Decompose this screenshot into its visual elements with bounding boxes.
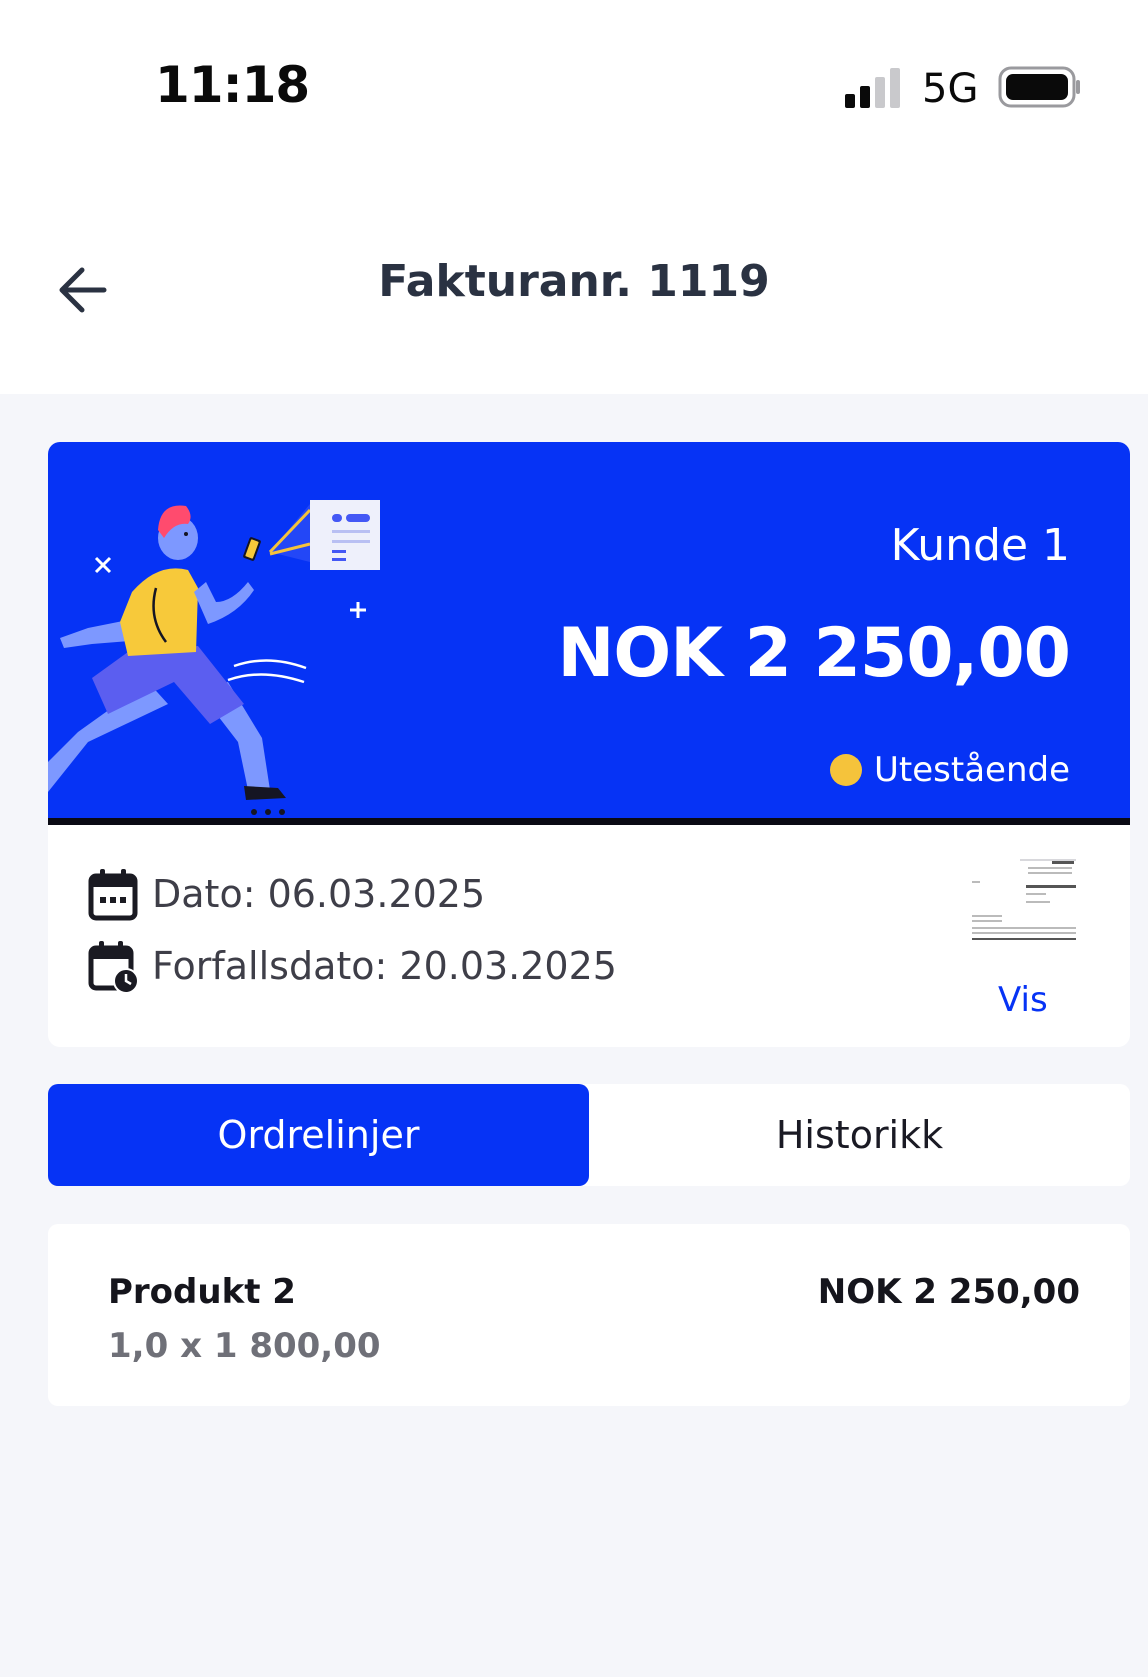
due-date-row: Forfallsdato: 20.03.2025 bbox=[88, 939, 617, 993]
product-quantity-price: 1,0 x 1 800,00 bbox=[108, 1326, 381, 1366]
status-badge: Utestående bbox=[830, 750, 1070, 790]
battery-icon bbox=[998, 66, 1080, 108]
divider bbox=[48, 818, 1130, 825]
status-dot-icon bbox=[830, 754, 863, 786]
invoice-summary-card: Kunde 1 NOK 2 250,00 Utestående bbox=[48, 442, 1130, 824]
running-person-illustration bbox=[48, 500, 380, 815]
nav-bar: Fakturanr. 1119 bbox=[0, 180, 1148, 394]
calendar-icon bbox=[88, 869, 138, 921]
page-title: Fakturanr. 1119 bbox=[378, 256, 770, 307]
invoice-thumbnail[interactable] bbox=[970, 857, 1080, 947]
calendar-clock-icon bbox=[88, 941, 138, 993]
signal-icon bbox=[845, 68, 900, 108]
invoice-dates-card: Dato: 06.03.2025 Forfallsdato: 20.03.202… bbox=[48, 825, 1130, 1047]
product-amount: NOK 2 250,00 bbox=[817, 1272, 1080, 1312]
status-time: 11:18 bbox=[155, 56, 310, 114]
tab-order-lines[interactable]: Ordrelinjer bbox=[48, 1084, 589, 1186]
network-label: 5G bbox=[922, 66, 979, 112]
product-name: Produkt 2 bbox=[108, 1272, 296, 1312]
customer-name: Kunde 1 bbox=[890, 520, 1070, 571]
tab-history[interactable]: Historikk bbox=[589, 1084, 1130, 1186]
status-bar: 11:18 5G bbox=[0, 0, 1148, 180]
view-invoice-link[interactable]: Vis bbox=[998, 980, 1048, 1020]
order-line-card[interactable]: Produkt 2 1,0 x 1 800,00 NOK 2 250,00 bbox=[48, 1224, 1130, 1406]
invoice-date: Dato: 06.03.2025 bbox=[152, 872, 486, 916]
due-date: Forfallsdato: 20.03.2025 bbox=[152, 944, 617, 988]
tab-bar: Ordrelinjer Historikk bbox=[48, 1084, 1130, 1186]
invoice-date-row: Dato: 06.03.2025 bbox=[88, 867, 485, 921]
status-label: Utestående bbox=[874, 750, 1070, 790]
invoice-amount: NOK 2 250,00 bbox=[557, 614, 1071, 693]
